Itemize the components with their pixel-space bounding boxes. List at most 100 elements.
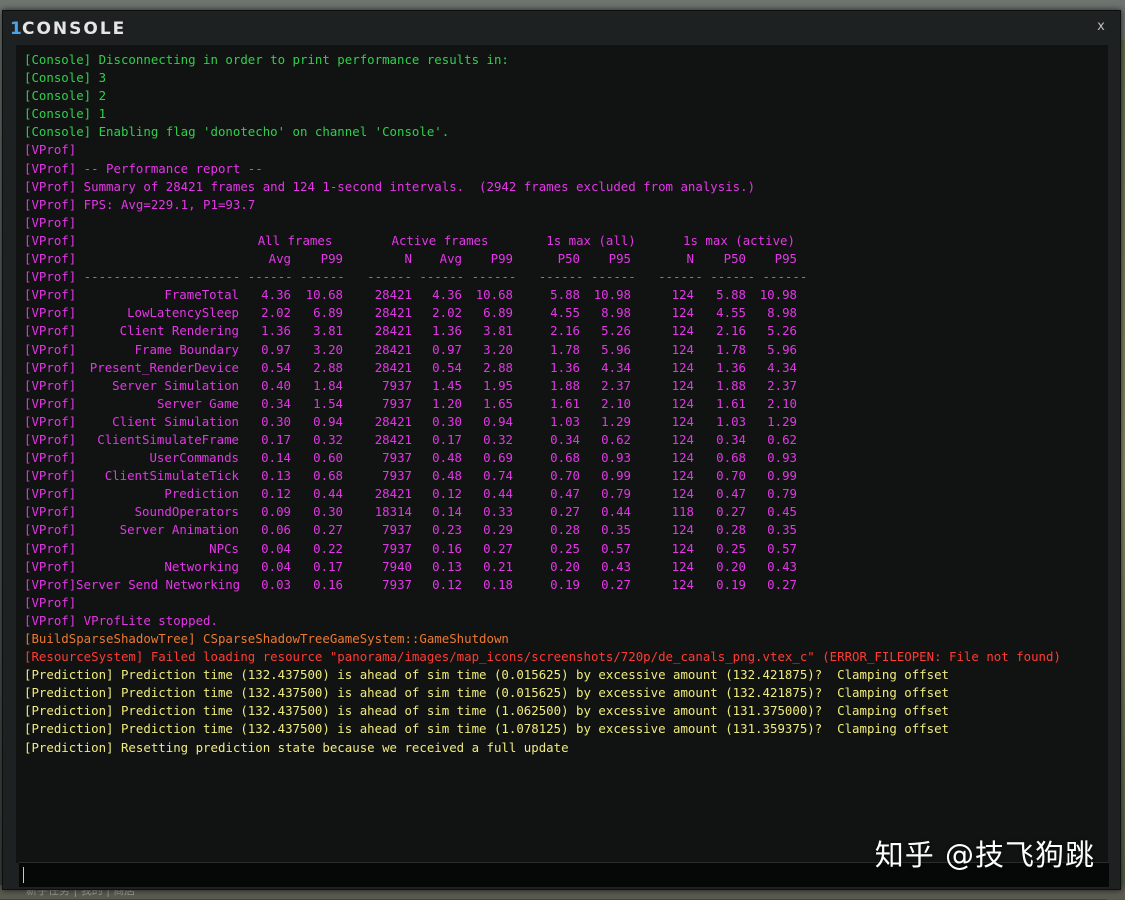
perf-cell-max-all-p50: 5.88 [550,287,580,303]
log-prefix: [VProf] [24,576,77,592]
perf-cell-max-active-n: 124 [671,305,694,321]
perf-cell-max-all-p50: 0.34 [550,431,580,447]
perf-cell-all-avg: 0.04 [261,540,291,556]
log-prefix: [VProf] [24,504,77,520]
perf-cell-all-avg: 0.04 [261,558,291,574]
perf-cell-all-avg: 2.02 [261,305,291,321]
perf-cell-active-n: 28421 [374,323,412,339]
perf-col-max-all-p95: P95 [608,251,631,267]
perf-cell-max-all-p95: 0.79 [601,486,631,502]
perf-cell-all-avg: 0.40 [261,377,291,393]
perf-row-name: ClientSimulateFrame [97,431,239,447]
perf-cell-active-avg: 0.48 [432,468,462,484]
perf-cell-max-active-p50: 0.20 [716,558,746,574]
log-line: [VProf] [24,142,77,158]
input-caret [23,867,24,883]
perf-cell-active-p99: 0.27 [483,540,513,556]
perf-cell-active-p99: 3.20 [483,341,513,357]
log-line: [Console] Enabling flag 'donotecho' on c… [24,124,450,140]
perf-col-max-active-p95: P95 [774,251,797,267]
perf-cell-active-n: 7937 [382,468,412,484]
perf-cell-active-avg: 1.45 [432,377,462,393]
perf-cell-all-p99: 0.68 [313,468,343,484]
log-line: [VProf] Summary of 28421 frames and 124 … [24,178,756,194]
log-prefix: [VProf] [24,341,77,357]
perf-cell-max-active-p95: 8.98 [767,305,797,321]
perf-table-row: [VProf] Frame Boundary 0.97 3.20 28421 0.97 3.… [24,341,1108,359]
log-line: [Prediction] Resetting prediction state … [24,739,569,755]
perf-table-row: [VProf] UserCommands 0.14 0.60 7937 0.48 0.69 0… [24,449,1108,467]
console-title: CONSOLE [22,19,127,39]
perf-cell-max-active-p50: 0.28 [716,522,746,538]
console-titlebar[interactable]: 1 CONSOLE x [3,11,1120,45]
perf-cell-max-active-p95: 0.62 [767,431,797,447]
perf-cell-all-avg: 0.97 [261,341,291,357]
perf-cell-max-active-p50: 0.34 [716,431,746,447]
perf-col-max-active-p50: P50 [723,251,746,267]
perf-row-name: LowLatencySleep [127,305,239,321]
close-icon[interactable]: x [1094,20,1108,34]
perf-cell-active-p99: 2.88 [483,359,513,375]
log-prefix: [VProf] [24,540,77,556]
perf-cell-max-active-n: 124 [671,341,694,357]
perf-table-row: [VProf] Client Rendering 1.36 3.81 28421 1.36… [24,322,1108,340]
perf-cell-active-avg: 1.20 [432,395,462,411]
perf-col-all-avg: Avg [268,251,291,267]
perf-cell-max-active-p95: 0.57 [767,540,797,556]
perf-table-row: [VProf] Networking 0.04 0.17 7940 0.13 0.21 0.2… [24,558,1108,576]
perf-group-active-frames: Active frames [391,232,489,248]
perf-cell-max-all-p95: 10.98 [593,287,631,303]
perf-cell-active-n: 7940 [382,558,412,574]
perf-row-name: Server Send Networking [76,576,241,592]
perf-cell-max-active-p50: 4.55 [716,305,746,321]
perf-cell-active-p99: 0.33 [483,504,513,520]
perf-cell-max-active-p50: 1.88 [716,377,746,393]
perf-table-group-header: [VProf] All frames Active frames 1s max (al… [24,232,1108,250]
perf-cell-max-active-p95: 0.27 [767,576,797,592]
perf-cell-all-p99: 0.22 [313,540,343,556]
perf-table-row: [VProf] Server Animation 0.06 0.27 7937 0.23 0… [24,521,1108,539]
perf-cell-active-n: 28421 [374,486,412,502]
console-output-lines: [Console] Disconnecting in order to prin… [16,45,1108,757]
perf-row-name: Server Simulation [112,377,239,393]
perf-group-all-frames: All frames [257,232,333,248]
perf-cell-active-n: 7937 [382,540,412,556]
console-title-number: 1 [10,19,23,39]
log-line: [VProf] [24,214,77,230]
perf-cell-active-n: 28421 [374,431,412,447]
perf-cell-max-all-p50: 2.16 [550,323,580,339]
perf-cell-max-all-p95: 0.35 [601,522,631,538]
perf-cell-active-avg: 0.12 [432,576,462,592]
perf-cell-max-active-n: 124 [671,287,694,303]
perf-cell-active-avg: 1.36 [432,323,462,339]
log-line: [Prediction] Prediction time (132.437500… [24,667,950,683]
perf-cell-max-all-p50: 0.27 [550,504,580,520]
console-output[interactable]: [Console] Disconnecting in order to prin… [16,45,1108,863]
perf-cell-max-active-n: 124 [671,540,694,556]
perf-cell-max-all-p95: 0.44 [601,504,631,520]
perf-cell-max-active-p95: 5.96 [767,341,797,357]
log-line: [VProf] FPS: Avg=229.1, P1=93.7 [24,196,256,212]
log-prefix: [VProf] [24,486,77,502]
perf-cell-active-avg: 2.02 [432,305,462,321]
perf-cell-max-active-p95: 2.37 [767,377,797,393]
perf-cell-active-n: 28421 [374,359,412,375]
perf-cell-max-active-p50: 0.19 [716,576,746,592]
perf-cell-all-avg: 0.09 [261,504,291,520]
perf-cell-max-active-n: 124 [671,558,694,574]
perf-cell-active-p99: 1.95 [483,377,513,393]
log-line: [VProf] [24,594,77,610]
perf-cell-max-all-p50: 0.20 [550,558,580,574]
perf-row-name: Server Animation [119,522,239,538]
perf-cell-active-p99: 0.21 [483,558,513,574]
perf-cell-all-avg: 0.17 [261,431,291,447]
perf-cell-max-active-p50: 5.88 [716,287,746,303]
log-prefix: [VProf] [24,232,77,248]
perf-cell-max-all-p50: 1.61 [550,395,580,411]
perf-row-name: Prediction [164,486,239,502]
perf-cell-all-p99: 2.88 [313,359,343,375]
perf-row-name: Client Simulation [112,413,239,429]
perf-cell-max-all-p50: 0.47 [550,486,580,502]
log-prefix: [VProf] [24,431,77,447]
log-line: [Prediction] Prediction time (132.437500… [24,721,950,737]
